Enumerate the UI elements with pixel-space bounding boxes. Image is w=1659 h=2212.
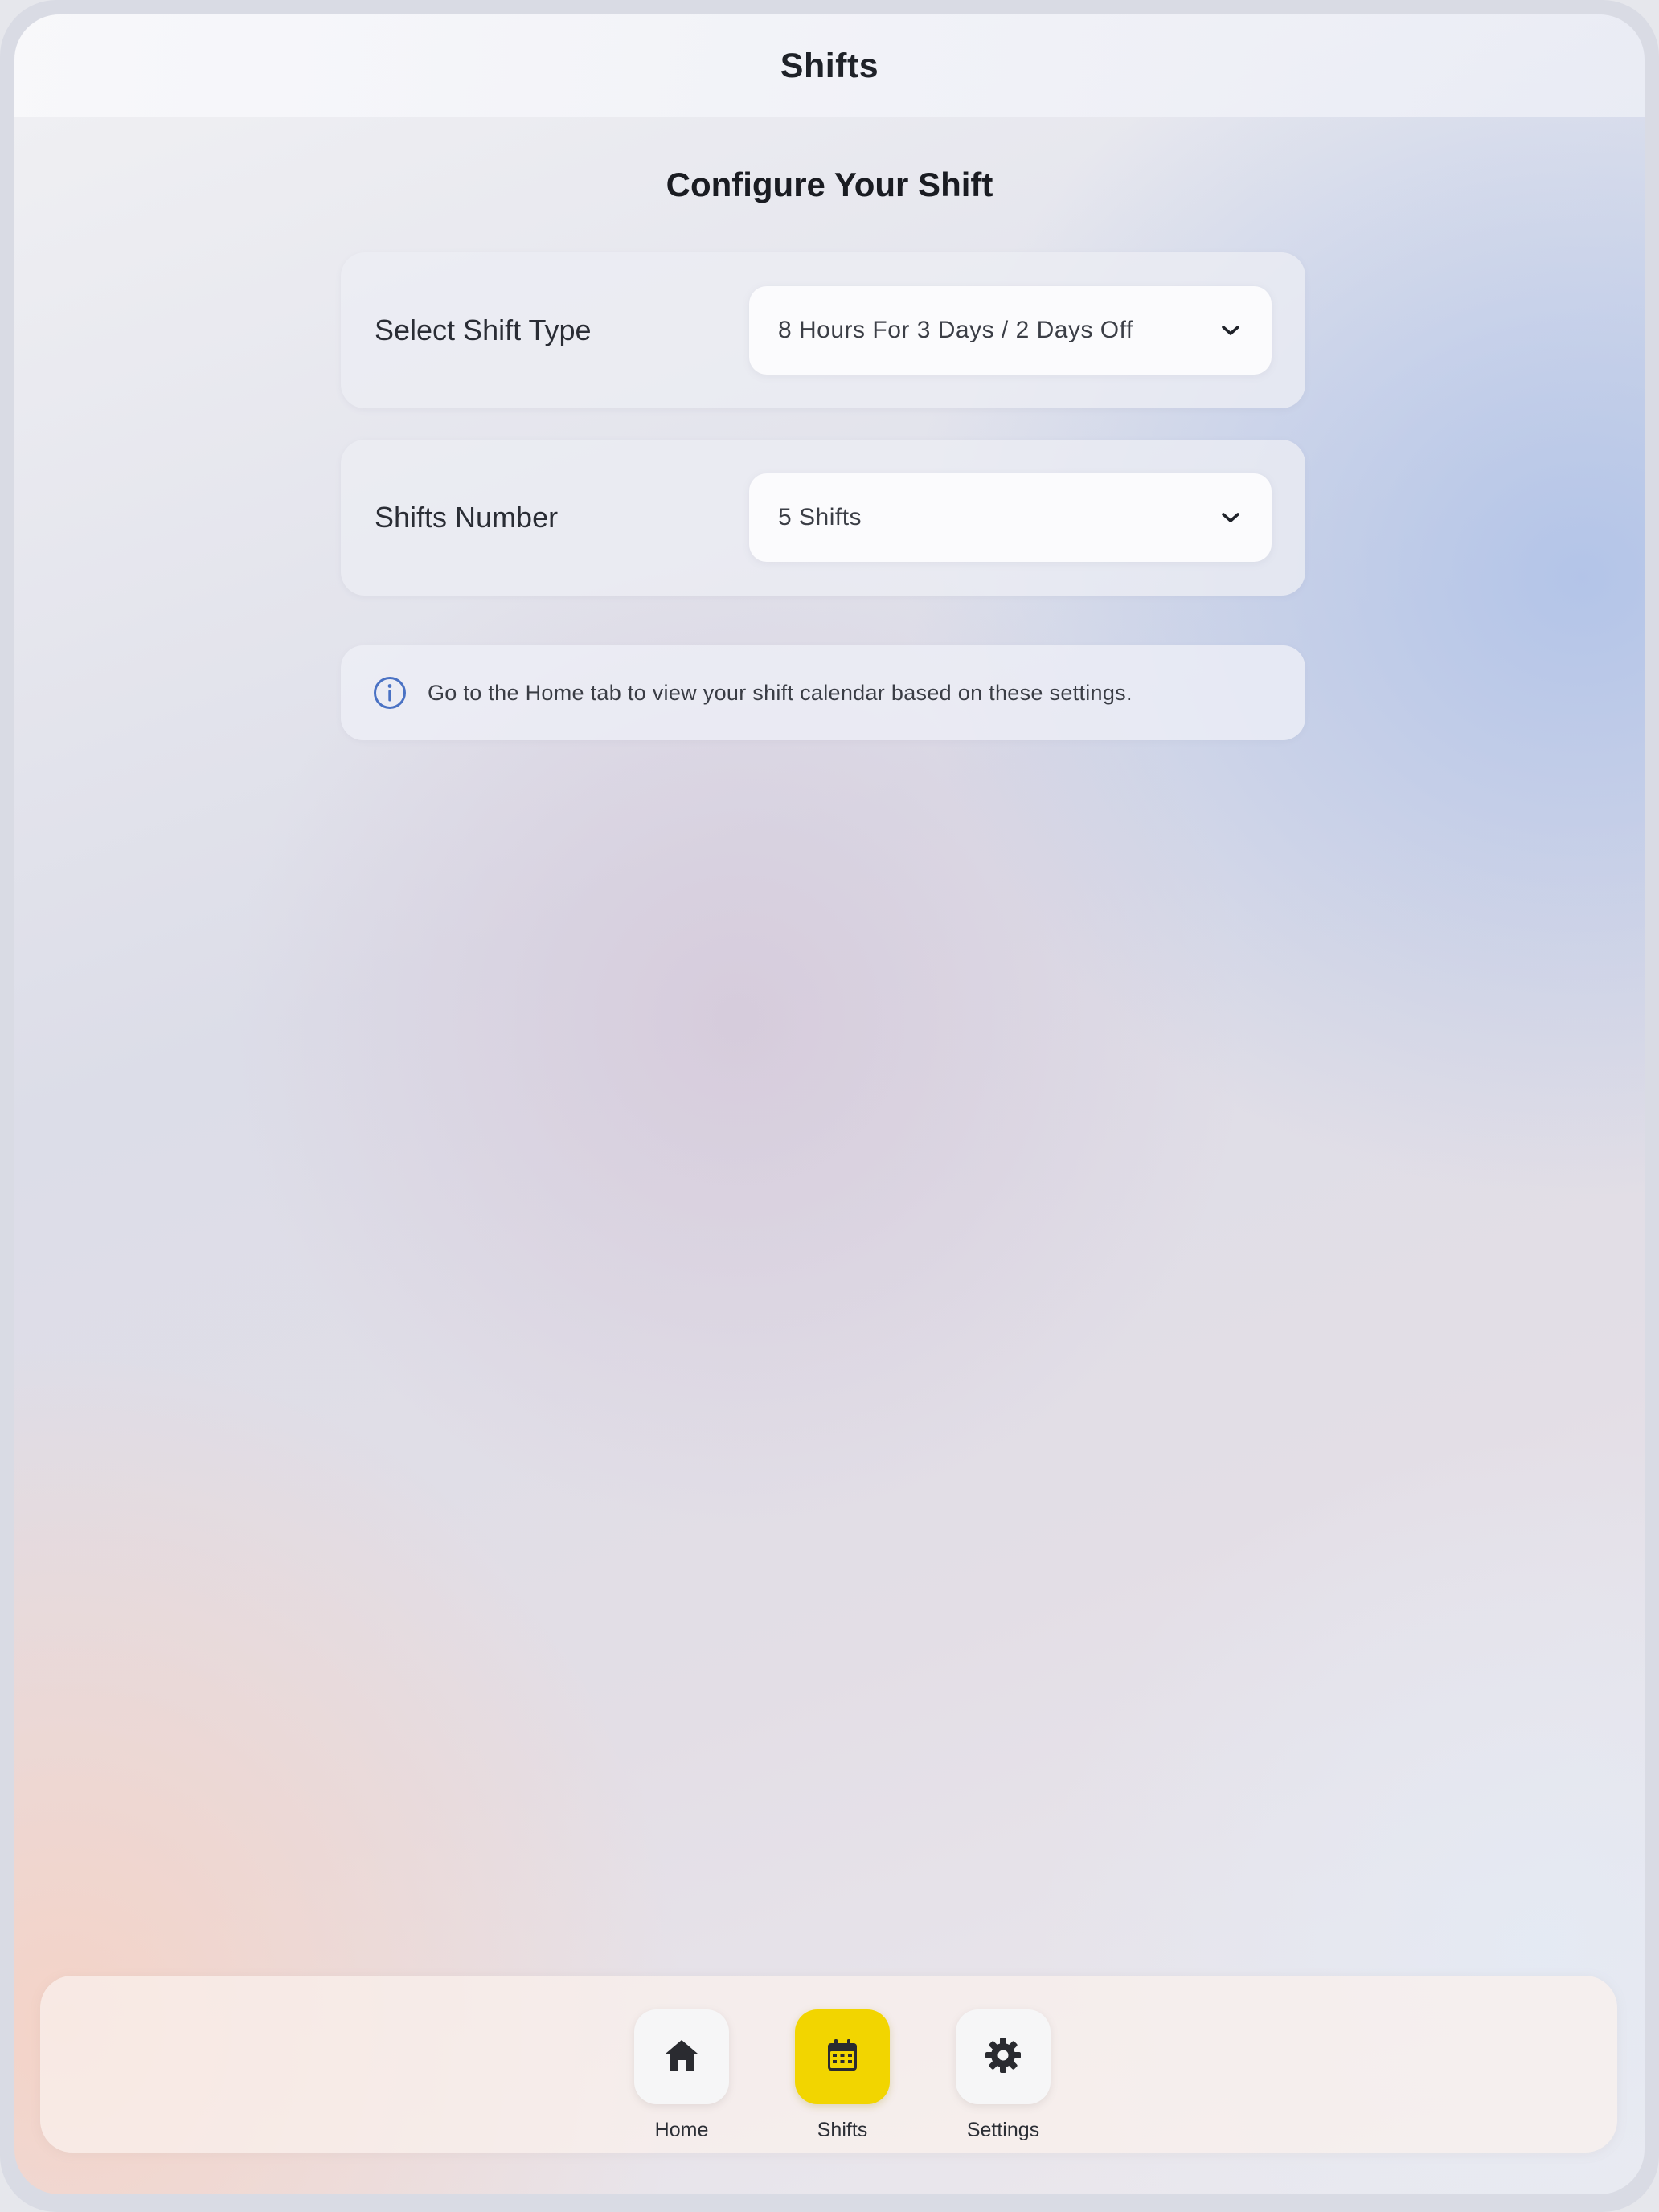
app-screen: Shifts Configure Your Shift Select Shift…	[14, 14, 1645, 2194]
home-icon	[662, 2037, 701, 2078]
tab-home-label: Home	[654, 2119, 709, 2141]
tab-shifts-label: Shifts	[817, 2119, 868, 2141]
shifts-number-value: 5 Shifts	[778, 504, 862, 530]
settings-button[interactable]	[956, 2009, 1051, 2104]
shift-type-card: Select Shift Type 8 Hours For 3 Days / 2…	[341, 252, 1305, 408]
shift-type-select[interactable]: 8 Hours For 3 Days / 2 Days Off	[749, 286, 1272, 375]
calendar-icon	[824, 2037, 861, 2078]
info-banner: Go to the Home tab to view your shift ca…	[341, 645, 1305, 740]
info-text: Go to the Home tab to view your shift ca…	[428, 680, 1133, 705]
header-bar: Shifts	[14, 14, 1645, 117]
tab-settings[interactable]: Settings	[931, 2009, 1075, 2142]
shift-type-value: 8 Hours For 3 Days / 2 Days Off	[778, 317, 1133, 343]
shift-type-label: Select Shift Type	[375, 313, 592, 346]
shifts-number-card: Shifts Number 5 Shifts	[341, 440, 1305, 596]
shifts-button[interactable]	[795, 2009, 890, 2104]
page-title: Shifts	[780, 46, 879, 85]
home-button[interactable]	[634, 2009, 729, 2104]
info-icon	[371, 674, 408, 711]
tab-settings-label: Settings	[966, 2119, 1040, 2141]
chevron-down-icon	[1219, 506, 1243, 530]
tab-home[interactable]: Home	[609, 2009, 754, 2142]
device-frame: Shifts Configure Your Shift Select Shift…	[0, 0, 1659, 2212]
gear-icon	[983, 2035, 1023, 2079]
bottom-tab-bar: Home Shifts Settings	[40, 1976, 1617, 2153]
shifts-number-select[interactable]: 5 Shifts	[749, 473, 1272, 562]
tab-shifts[interactable]: Shifts	[770, 2009, 915, 2142]
chevron-down-icon	[1219, 318, 1243, 342]
shifts-number-label: Shifts Number	[375, 501, 559, 534]
section-title: Configure Your Shift	[666, 166, 993, 203]
